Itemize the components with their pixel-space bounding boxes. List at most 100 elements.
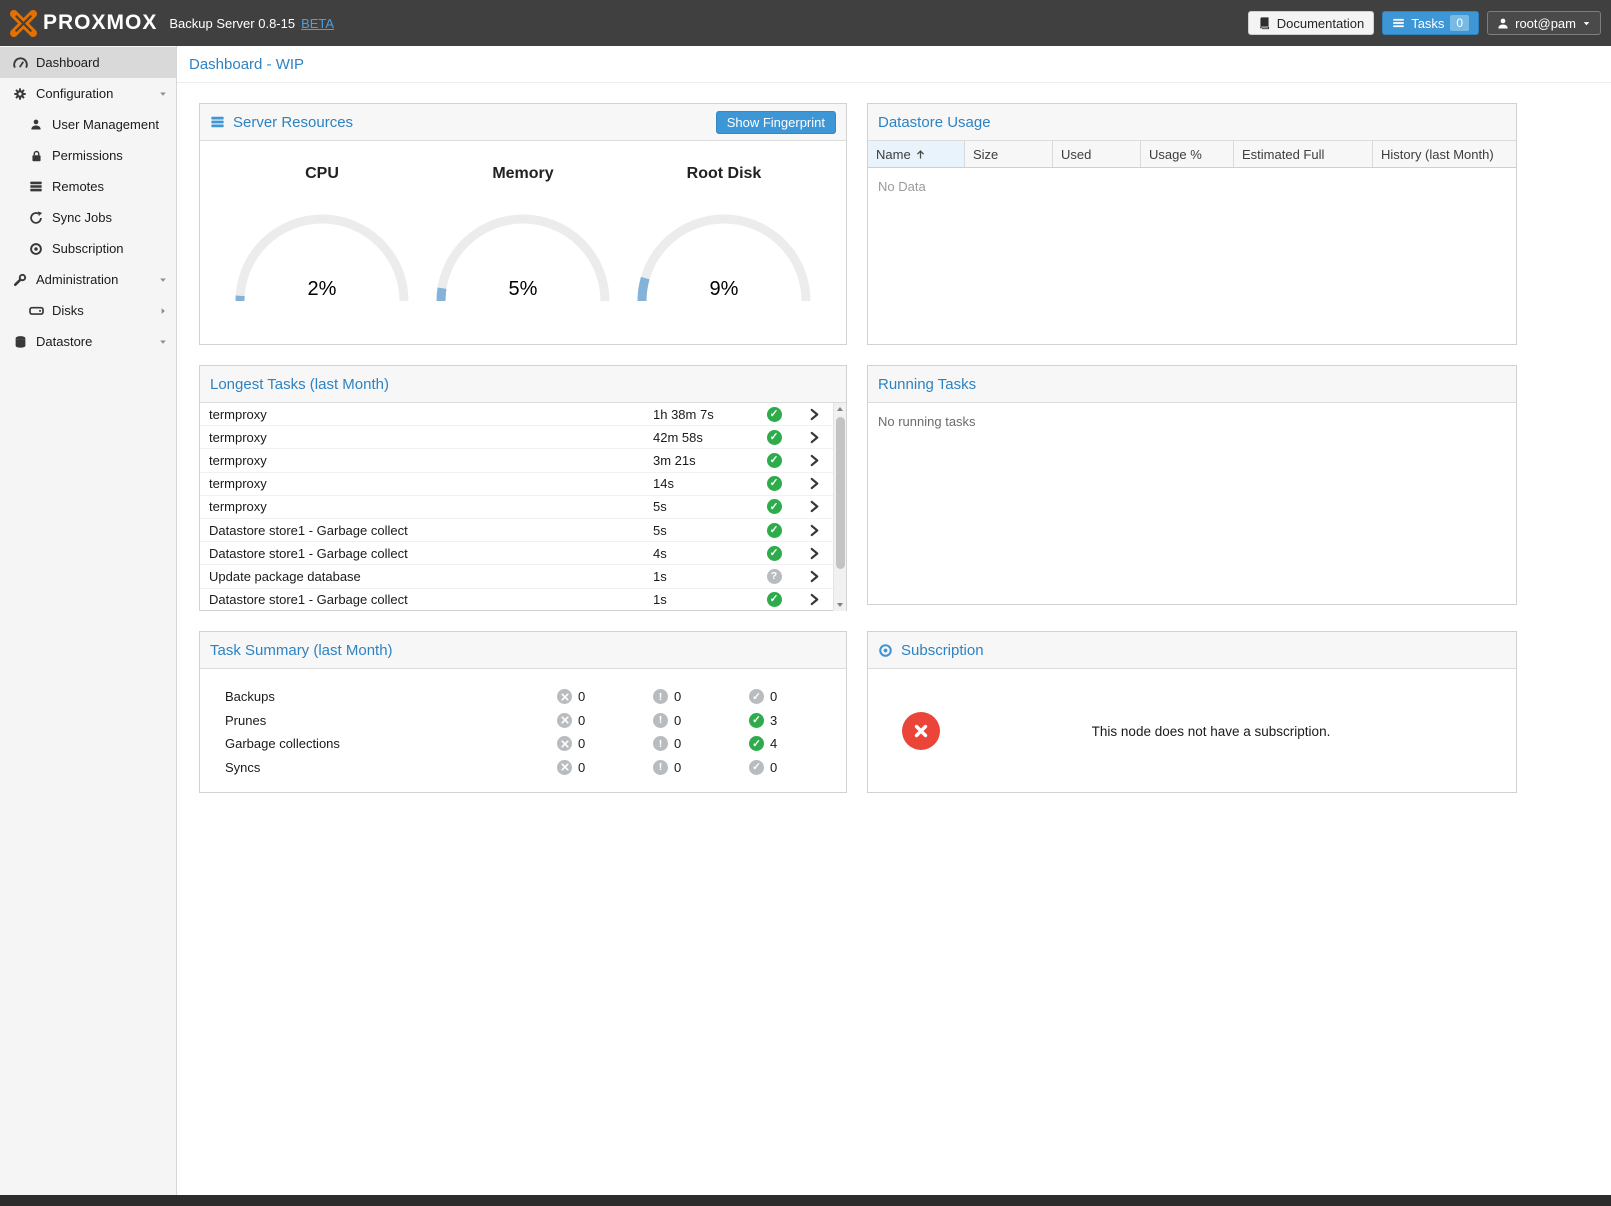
- task-row[interactable]: Update package database 1s ?: [200, 565, 833, 588]
- sidebar-item-administration[interactable]: Administration: [0, 264, 176, 295]
- datastore-table-header: Name Size Used Usage % Estimated Full Hi…: [868, 141, 1516, 168]
- task-row[interactable]: termproxy 5s ✓: [200, 496, 833, 519]
- gauge-value: 5%: [433, 278, 613, 301]
- task-duration: 42m 58s: [653, 430, 753, 445]
- task-duration: 1s: [653, 569, 753, 584]
- task-duration: 5s: [653, 499, 753, 514]
- open-task-chevron-icon[interactable]: [795, 431, 833, 444]
- task-name: termproxy: [200, 430, 653, 445]
- error-count: 0: [578, 760, 585, 775]
- sidebar-item-datastore[interactable]: Datastore: [0, 326, 176, 357]
- chevron-down-icon: [158, 337, 168, 347]
- error-stat: 0: [557, 760, 653, 775]
- subscription-panel: Subscription This node does not have a s…: [867, 631, 1517, 793]
- open-task-chevron-icon[interactable]: [795, 593, 833, 606]
- page-header: Dashboard - WIP: [177, 46, 1611, 83]
- task-row[interactable]: termproxy 1h 38m 7s ✓: [200, 403, 833, 426]
- error-circle-icon: [557, 760, 572, 775]
- documentation-button[interactable]: Documentation: [1248, 11, 1374, 35]
- open-task-chevron-icon[interactable]: [795, 500, 833, 513]
- warning-stat: ! 0: [653, 713, 749, 728]
- sidebar-item-user-management[interactable]: User Management: [0, 109, 176, 140]
- unknown-status-icon: ?: [767, 569, 782, 584]
- scrollbar[interactable]: [833, 403, 846, 611]
- scroll-up-arrow[interactable]: [834, 403, 846, 415]
- scrollbar-thumb[interactable]: [836, 417, 845, 569]
- sidebar-item-sync-jobs[interactable]: Sync Jobs: [0, 202, 176, 233]
- ok-circle-icon: ✓: [749, 713, 764, 728]
- no-subscription-icon: [902, 712, 940, 750]
- support-icon: [28, 242, 44, 256]
- task-row[interactable]: termproxy 14s ✓: [200, 473, 833, 496]
- summary-row-prunes: Prunes 0 ! 0 ✓ 3: [225, 709, 846, 733]
- ok-stat: ✓ 3: [749, 713, 846, 728]
- warning-circle-icon: !: [653, 760, 668, 775]
- task-name: Datastore store1 - Garbage collect: [200, 523, 653, 538]
- column-header-usage[interactable]: Usage %: [1141, 141, 1234, 167]
- task-row[interactable]: Datastore store1 - Garbage collect 5s ✓: [200, 519, 833, 542]
- task-name: termproxy: [200, 476, 653, 491]
- chevron-down-icon: [158, 275, 168, 285]
- resource-gauges: CPU 2% Memory: [200, 141, 846, 305]
- column-header-name[interactable]: Name: [868, 141, 965, 167]
- warning-stat: ! 0: [653, 760, 749, 775]
- tasks-count-badge: 0: [1450, 15, 1469, 31]
- ok-count: 4: [770, 736, 777, 751]
- ok-status-icon: ✓: [767, 546, 782, 561]
- column-header-estimated-full[interactable]: Estimated Full: [1234, 141, 1373, 167]
- sidebar-item-dashboard[interactable]: Dashboard: [0, 47, 176, 78]
- column-header-history[interactable]: History (last Month): [1373, 141, 1516, 167]
- ok-status-icon: ✓: [767, 499, 782, 514]
- user-label: root@pam: [1515, 16, 1576, 31]
- open-task-chevron-icon[interactable]: [795, 547, 833, 560]
- sidebar-item-permissions[interactable]: Permissions: [0, 140, 176, 171]
- task-row[interactable]: Datastore store1 - Garbage collect 4s ✓: [200, 542, 833, 565]
- task-row[interactable]: Datastore store1 - Garbage collect 1s ✓: [200, 589, 833, 612]
- panel-title: Task Summary (last Month): [210, 642, 393, 659]
- open-task-chevron-icon[interactable]: [795, 454, 833, 467]
- warning-circle-icon: !: [653, 689, 668, 704]
- user-icon: [1497, 17, 1509, 30]
- panel-title: Longest Tasks (last Month): [210, 376, 389, 393]
- beta-link[interactable]: BETA: [301, 16, 334, 31]
- open-task-chevron-icon[interactable]: [795, 408, 833, 421]
- panel-title: Datastore Usage: [878, 114, 991, 131]
- show-fingerprint-button[interactable]: Show Fingerprint: [716, 111, 836, 134]
- sort-ascending-icon: [915, 149, 926, 160]
- scroll-down-arrow[interactable]: [834, 599, 846, 611]
- column-header-used[interactable]: Used: [1053, 141, 1141, 167]
- task-row[interactable]: termproxy 42m 58s ✓: [200, 426, 833, 449]
- sidebar-item-subscription[interactable]: Subscription: [0, 233, 176, 264]
- panel-title: Subscription: [901, 642, 984, 659]
- sidebar-item-disks[interactable]: Disks: [0, 295, 176, 326]
- memory-gauge: Memory 5%: [431, 165, 615, 305]
- task-duration: 5s: [653, 523, 753, 538]
- open-task-chevron-icon[interactable]: [795, 477, 833, 490]
- documentation-label: Documentation: [1277, 16, 1364, 31]
- empty-text: No Data: [868, 168, 1516, 205]
- subscription-icon: [878, 643, 893, 658]
- task-row[interactable]: termproxy 3m 21s ✓: [200, 449, 833, 472]
- open-task-chevron-icon[interactable]: [795, 570, 833, 583]
- tasks-button[interactable]: Tasks 0: [1382, 11, 1479, 35]
- error-circle-icon: [557, 736, 572, 751]
- hard-disk-icon: [28, 304, 44, 317]
- summary-row-syncs: Syncs 0 ! 0 ✓ 0: [225, 756, 846, 780]
- tachometer-icon: [12, 56, 28, 69]
- user-menu-button[interactable]: root@pam: [1487, 11, 1601, 35]
- gauge-label: Root Disk: [632, 165, 816, 183]
- gauge-label: Memory: [431, 165, 615, 183]
- gauge-label: CPU: [230, 165, 414, 183]
- refresh-icon: [28, 211, 44, 225]
- sidebar-item-remotes[interactable]: Remotes: [0, 171, 176, 202]
- datastore-usage-panel: Datastore Usage Name Size Used Usage % E…: [867, 103, 1517, 345]
- column-header-size[interactable]: Size: [965, 141, 1053, 167]
- open-task-chevron-icon[interactable]: [795, 524, 833, 537]
- sidebar-item-configuration[interactable]: Configuration: [0, 78, 176, 109]
- warning-circle-icon: !: [653, 736, 668, 751]
- product-version: Backup Server 0.8-15: [169, 16, 295, 31]
- chevron-right-icon: [158, 306, 168, 316]
- empty-text: No running tasks: [868, 403, 1516, 440]
- page-title: Dashboard - WIP: [189, 56, 304, 73]
- error-stat: 0: [557, 713, 653, 728]
